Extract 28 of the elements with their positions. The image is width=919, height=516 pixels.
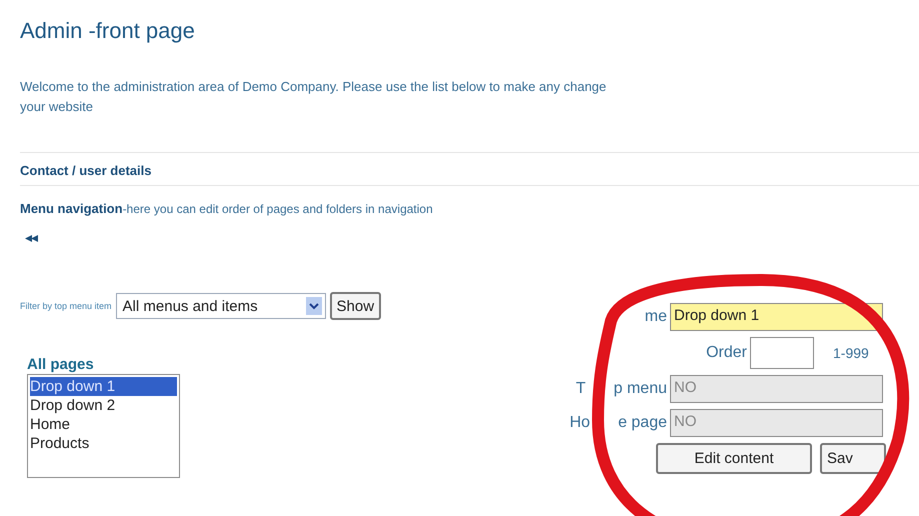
list-option[interactable]: Drop down 1: [30, 377, 177, 396]
list-option[interactable]: Products: [30, 434, 177, 453]
back-icon[interactable]: [25, 235, 39, 242]
field-label: p menu: [614, 380, 667, 398]
field-label: T: [576, 380, 586, 398]
field-label: e page: [618, 414, 667, 432]
field-label: me: [644, 308, 667, 326]
welcome-text: Welcome to the administration area of Demo Company. Please use the list below to make any change: [20, 78, 606, 96]
page-title: Admin -front page: [20, 17, 196, 45]
range-hint: 1-999: [833, 345, 869, 361]
list-option[interactable]: Drop down 2: [30, 396, 177, 415]
pages-listbox[interactable]: Drop down 1 Drop down 2 Home Products: [27, 374, 180, 478]
input-field[interactable]: Drop down 1: [670, 303, 883, 331]
caret-icon: [306, 297, 322, 315]
section-description: -here you can edit order of pages and folders in navigation: [122, 202, 433, 216]
section-link[interactable]: Menu navigation: [20, 201, 123, 216]
section-link[interactable]: Contact / user details: [20, 163, 152, 178]
list-heading: All pages: [27, 356, 95, 374]
field-label: Ho: [570, 414, 590, 432]
filter-dropdown[interactable]: All menus and items: [116, 293, 326, 319]
form-button[interactable]: Sav: [820, 443, 886, 474]
list-option[interactable]: Home: [30, 415, 177, 434]
welcome-text: your website: [20, 98, 93, 116]
field-label: Order: [706, 344, 747, 362]
filter-label: Filter by top menu item: [20, 301, 112, 311]
show-button[interactable]: Show: [330, 292, 382, 320]
input-field[interactable]: [750, 337, 814, 369]
form-button[interactable]: Edit content: [656, 443, 812, 474]
